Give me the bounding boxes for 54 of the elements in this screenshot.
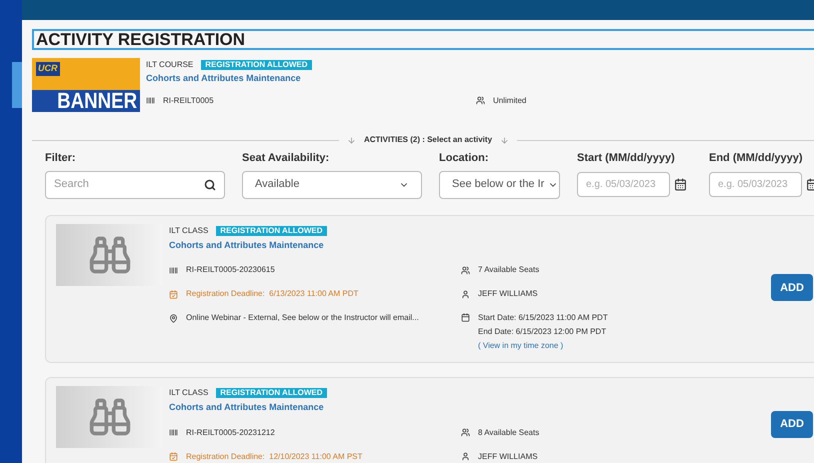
status-badge: REGISTRATION ALLOWED: [216, 226, 326, 236]
seats-text: Unlimited: [493, 94, 526, 106]
date-field[interactable]: e.g. 05/03/2023: [577, 172, 670, 196]
calendar-icon: [169, 290, 178, 298]
status-badge: REGISTRATION ALLOWED: [201, 60, 312, 70]
arrow-down-icon: [346, 136, 356, 144]
activity-type: ILT CLASS: [169, 387, 208, 399]
users-icon: [461, 428, 470, 437]
filter-label: Seat Availability:: [242, 151, 330, 166]
page-title: ACTIVITY REGISTRATION: [32, 29, 814, 50]
filter-label: Location:: [439, 151, 490, 166]
activity-title[interactable]: Cohorts and Attributes Maintenance: [169, 238, 771, 252]
calendar-icon[interactable]: [674, 178, 687, 190]
course-code: RI-REILT0005: [163, 94, 214, 106]
registration-deadline: Registration Deadline: 6/13/2023 11:00 AM PDT: [186, 288, 358, 300]
location-pin-icon: [169, 314, 178, 322]
search-icon: [204, 178, 216, 190]
filter-label: End (MM/dd/yyyy): [709, 151, 804, 166]
add-button[interactable]: ADD: [771, 274, 813, 302]
select-dropdown[interactable]: Available: [242, 170, 422, 198]
status-badge: REGISTRATION ALLOWED: [216, 388, 326, 398]
activity-title[interactable]: Cohorts and Attributes Maintenance: [169, 401, 771, 414]
activity-code: RI-REILT0005-20230615: [186, 264, 275, 276]
location-text: Online Webinar - External, See below or the Instructor will email...: [186, 312, 419, 324]
users-icon: [461, 266, 470, 274]
arrow-down-icon: [500, 136, 510, 144]
date-field[interactable]: e.g. 05/03/2023: [709, 172, 802, 196]
activities-header: ACTIVITIES (2) : Select an activity: [364, 134, 492, 146]
banner-logo: UCR BANNER: [32, 58, 140, 112]
instructor-name: JEFF WILLIAMS: [478, 288, 538, 300]
course-type: ILT COURSE: [146, 59, 194, 71]
registration-deadline: Registration Deadline: 12/10/2023 11:00 AM PST: [186, 450, 362, 462]
end-date: End Date: 6/15/2023 12:00 PM PDT: [478, 326, 608, 338]
available-seats: 8 Available Seats: [478, 426, 540, 438]
available-seats: 7 Available Seats: [478, 264, 540, 276]
activity-code: RI-REILT0005-20231212: [186, 426, 275, 438]
start-date: Start Date: 6/15/2023 11:00 AM PDT: [478, 312, 608, 324]
search-field[interactable]: Search: [45, 170, 225, 198]
user-icon: [461, 290, 470, 298]
calendar-icon: [461, 313, 470, 322]
filter-label: Filter:: [45, 151, 77, 166]
filter-label: Start (MM/dd/yyyy): [577, 151, 676, 166]
barcode-icon: [169, 266, 178, 274]
course-title[interactable]: Cohorts and Attributes Maintenance: [146, 72, 814, 86]
barcode-icon: [169, 428, 178, 437]
select-dropdown[interactable]: See below or the Ir: [439, 170, 560, 198]
instructor-name: JEFF WILLIAMS: [478, 450, 538, 462]
barcode-icon: [146, 96, 155, 105]
calendar-icon: [169, 452, 178, 461]
user-icon: [461, 452, 470, 461]
time-zone-link[interactable]: ( View in my time zone ): [478, 340, 608, 352]
users-icon: [476, 96, 485, 105]
add-button[interactable]: ADD: [771, 410, 813, 438]
activity-type: ILT CLASS: [169, 224, 208, 236]
